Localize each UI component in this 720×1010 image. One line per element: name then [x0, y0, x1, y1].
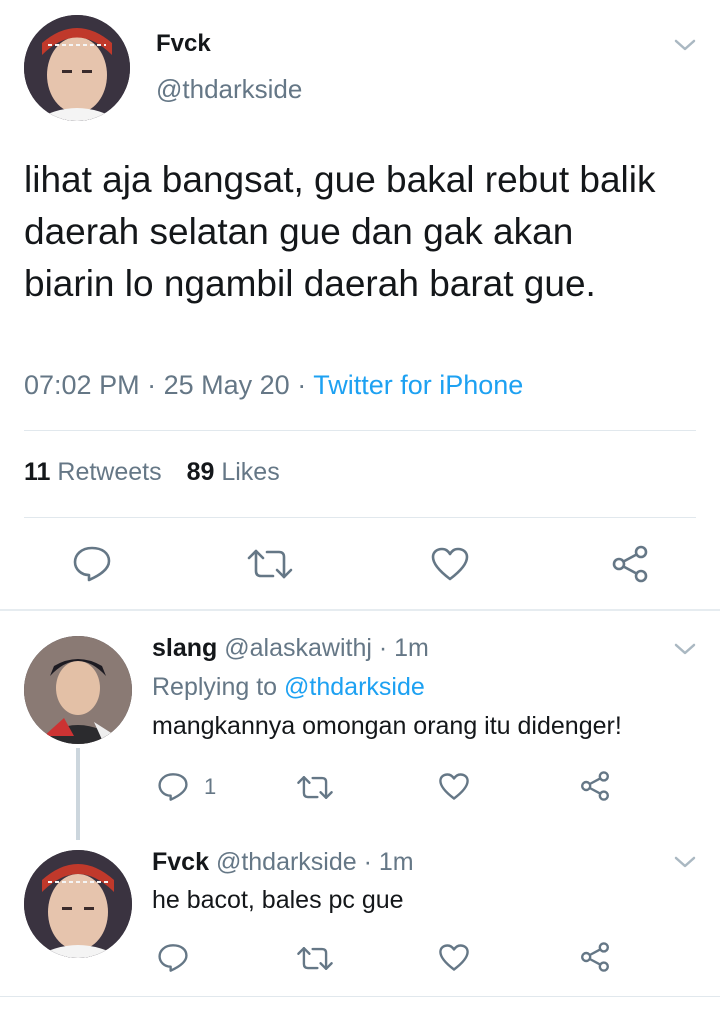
tweet-source-link[interactable]: Twitter for iPhone	[313, 370, 523, 400]
meta-separator: ·	[378, 634, 388, 662]
likes-label: Likes	[221, 458, 280, 486]
meta-separator: ·	[297, 370, 307, 400]
replying-to-link[interactable]: @thdarkside	[284, 673, 425, 701]
reply-text: he bacot, bales pc gue	[152, 886, 404, 914]
reply-count: 1	[204, 774, 217, 799]
reply-header: Fvck @thdarkside · 1m	[152, 848, 414, 877]
replying-prefix: Replying to	[152, 673, 278, 701]
retweets-count: 11	[24, 458, 51, 486]
engagement-stats: 11 Retweets 89 Likes	[24, 458, 280, 487]
chevron-down-icon[interactable]	[672, 36, 698, 54]
retweet-icon[interactable]	[246, 547, 294, 581]
likes-count: 89	[186, 458, 215, 486]
heart-icon[interactable]	[430, 546, 470, 582]
heart-icon[interactable]	[438, 943, 470, 972]
section-divider	[0, 609, 720, 611]
divider	[24, 517, 696, 518]
reply-icon[interactable]	[157, 943, 189, 973]
replying-to: Replying to @thdarkside	[152, 673, 425, 702]
share-icon[interactable]	[579, 941, 611, 973]
reply-icon[interactable]	[157, 772, 189, 802]
reply-header: slang @alaskawithj · 1m	[152, 634, 429, 663]
user-handle[interactable]: @thdarkside	[156, 74, 302, 105]
chevron-down-icon[interactable]	[672, 853, 698, 871]
tweet-time: 07:02 PM	[24, 370, 140, 400]
share-icon[interactable]	[579, 770, 611, 802]
avatar[interactable]	[24, 15, 130, 121]
meta-separator: ·	[363, 848, 372, 876]
tweet-text: lihat aja bangsat, gue bakal rebut balik…	[24, 159, 656, 304]
reply-icon[interactable]	[72, 545, 112, 583]
retweet-icon[interactable]	[296, 945, 334, 972]
retweet-icon[interactable]	[296, 774, 334, 801]
meta-separator: ·	[147, 370, 157, 400]
avatar[interactable]	[24, 850, 132, 958]
divider	[24, 430, 696, 431]
heart-icon[interactable]	[438, 772, 470, 801]
retweets-label: Retweets	[57, 458, 162, 486]
chevron-down-icon[interactable]	[672, 640, 698, 658]
tweet-date: 25 May 20	[163, 370, 290, 400]
reply-handle[interactable]: @thdarkside	[216, 848, 357, 876]
reply-display-name[interactable]: Fvck	[152, 848, 209, 876]
thread-line	[76, 748, 80, 840]
reply-display-name[interactable]: slang	[152, 634, 217, 662]
likes-stat[interactable]: 89 Likes	[187, 458, 280, 486]
share-icon[interactable]	[610, 544, 650, 584]
reply-text: mangkannya omongan orang itu didenger!	[152, 712, 622, 740]
tweet-meta: 07:02 PM · 25 May 20 · Twitter for iPhon…	[24, 370, 523, 401]
display-name[interactable]: Fvck	[156, 30, 211, 58]
divider	[0, 996, 720, 997]
retweets-stat[interactable]: 11 Retweets	[24, 458, 169, 486]
reply-time: 1m	[394, 634, 429, 662]
reply-handle[interactable]: @alaskawithj	[224, 634, 372, 662]
reply-time: 1m	[378, 848, 414, 876]
avatar[interactable]	[24, 636, 132, 744]
